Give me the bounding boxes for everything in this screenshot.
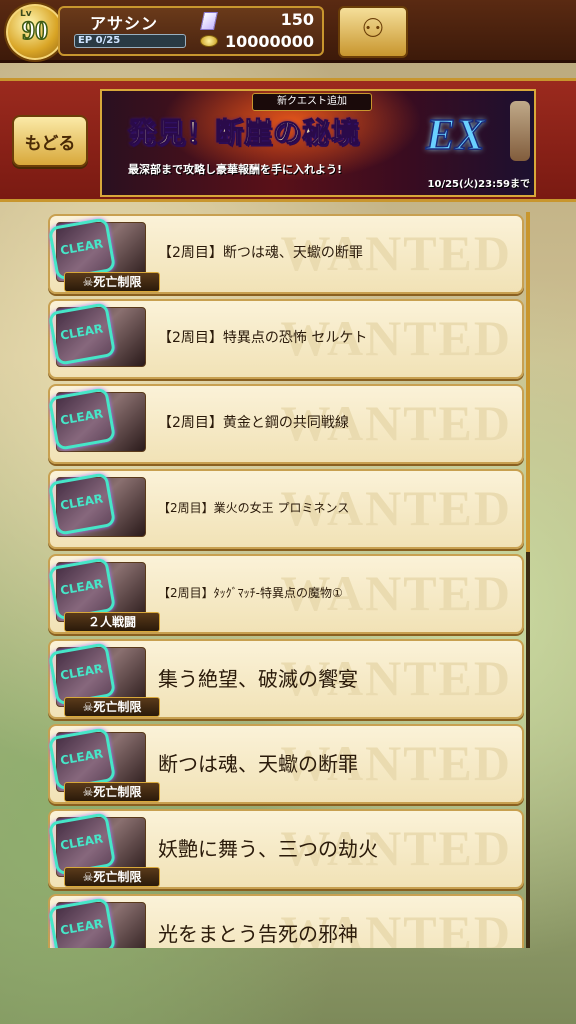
quest-row[interactable]: WANTED CLEAR ☠死亡制限 断つは魂、天蠍の断罪 — [48, 724, 524, 804]
scrollbar-thumb[interactable] — [526, 212, 530, 552]
back-button-label: もどる — [24, 134, 76, 154]
banner-deadline: 10/25(火)23:59まで — [427, 179, 530, 190]
quest-title: 集う絶望、破滅の饗宴 — [158, 667, 358, 691]
quest-row[interactable]: WANTED CLEAR ☠死亡制限 妖艶に舞う、三つの劫火 — [48, 809, 524, 889]
quest-row[interactable]: WANTED CLEAR ☠死亡制限 集う絶望、破滅の饗宴 — [48, 639, 524, 719]
crystal-icon — [200, 12, 218, 30]
quest-title: 【2周目】業火の女王 プロミネンス — [158, 501, 350, 515]
banner-title: 発見！断崖の秘境 — [127, 116, 361, 150]
clear-stamp-icon: CLEAR — [48, 302, 117, 366]
quest-title: 光をまとう告死の邪神 — [158, 922, 358, 946]
death-limit-badge: ☠死亡制限 — [64, 782, 160, 802]
gold-icon — [200, 35, 218, 47]
banner-subtitle: 最深部まで攻略し豪華報酬を手に入れよう! — [128, 163, 343, 176]
quest-title: 【2周目】ﾀｯｸﾞﾏｯﾁ-特異点の魔物① — [158, 586, 343, 600]
quest-row[interactable]: WANTED CLEAR 【2周目】業火の女王 プロミネンス — [48, 469, 524, 549]
badge-label: 死亡制限 — [93, 275, 142, 289]
death-limit-badge: ☠死亡制限 — [64, 697, 160, 717]
skull-icon: ☠ — [82, 870, 94, 884]
top-status-bar: Lv 90 アサシン EP 0/25 150 10000000 ⚇ — [0, 0, 576, 63]
quest-list[interactable]: WANTED CLEAR ☠死亡制限 【2周目】断つは魂、天蠍の断罪 WANTE… — [48, 212, 526, 948]
badge-label: 死亡制限 — [93, 785, 142, 799]
back-button[interactable]: もどる — [12, 115, 88, 167]
player-status-panel: アサシン EP 0/25 150 10000000 — [58, 6, 324, 56]
death-limit-badge: ☠死亡制限 — [64, 867, 160, 887]
quest-title: 断つは魂、天蠍の断罪 — [158, 752, 358, 776]
gold-count: 10000000 — [224, 32, 314, 51]
quest-row[interactable]: WANTED CLEAR ☠死亡制限 【2周目】断つは魂、天蠍の断罪 — [48, 214, 524, 294]
quest-row[interactable]: WANTED CLEAR 【2周目】特異点の恐怖 セルケト — [48, 299, 524, 379]
skull-icon: ☠ — [82, 700, 94, 714]
quest-row[interactable]: WANTED CLEAR 光をまとう告死の邪神 — [48, 894, 524, 948]
duo-battle-badge: ２人戦闘 — [64, 612, 160, 632]
death-limit-badge: ☠死亡制限 — [64, 272, 160, 292]
ep-value: EP 0/25 — [78, 35, 121, 46]
level-badge: Lv 90 — [4, 2, 66, 62]
banner-ex-logo: EX — [425, 109, 485, 160]
player-name: アサシン — [90, 14, 159, 33]
player-level: 90 — [21, 15, 49, 46]
quest-title: 【2周目】特異点の恐怖 セルケト — [158, 330, 368, 346]
clear-stamp-icon: CLEAR — [48, 472, 117, 536]
badge-label: 死亡制限 — [93, 870, 142, 884]
skull-icon: ☠ — [82, 275, 94, 289]
clear-stamp-icon: CLEAR — [48, 897, 117, 948]
friends-button[interactable]: ⚇ — [338, 6, 408, 58]
friends-icon: ⚇ — [361, 14, 385, 44]
skull-icon: ☠ — [82, 785, 94, 799]
quest-row[interactable]: WANTED CLEAR ２人戦闘 【2周目】ﾀｯｸﾞﾏｯﾁ-特異点の魔物① — [48, 554, 524, 634]
banner-tag: 新クエスト追加 — [252, 93, 372, 111]
quest-title: 【2周目】黄金と鋼の共同戦線 — [158, 415, 349, 431]
quest-row[interactable]: WANTED CLEAR 【2周目】黄金と鋼の共同戦線 — [48, 384, 524, 464]
badge-label: 死亡制限 — [93, 700, 142, 714]
event-banner[interactable]: 新クエスト追加 発見！断崖の秘境 EX 最深部まで攻略し豪華報酬を手に入れよう!… — [100, 89, 536, 197]
banner-area: もどる 新クエスト追加 発見！断崖の秘境 EX 最深部まで攻略し豪華報酬を手に入… — [0, 78, 576, 202]
crystal-count: 150 — [280, 10, 314, 29]
quest-title: 【2周目】断つは魂、天蠍の断罪 — [158, 245, 363, 261]
quest-title: 妖艶に舞う、三つの劫火 — [158, 837, 378, 861]
banner-mask-art — [510, 101, 530, 161]
badge-label: ２人戦闘 — [87, 615, 136, 629]
clear-stamp-icon: CLEAR — [48, 387, 117, 451]
